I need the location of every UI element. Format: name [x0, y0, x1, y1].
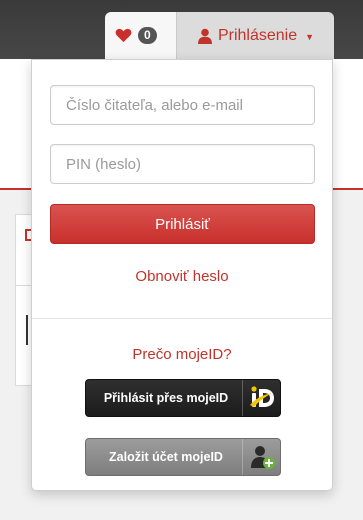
login-dropdown: Prihlásiť Obnoviť heslo Prečo mojeID? Př…: [31, 59, 333, 491]
favorites-button[interactable]: 0: [105, 12, 177, 59]
mojeid-login-button[interactable]: Přihlásit přes mojeID: [85, 379, 281, 417]
reset-password-link[interactable]: Obnoviť heslo: [32, 268, 332, 285]
add-user-icon: [242, 439, 280, 475]
user-icon: [197, 28, 212, 44]
username-input[interactable]: [50, 85, 315, 125]
mojeid-register-label: Založit účet mojeID: [109, 450, 223, 464]
login-submit-button[interactable]: Prihlásiť: [50, 204, 315, 244]
mojeid-login-label: Přihlásit přes mojeID: [103, 391, 229, 405]
favorites-count-badge: 0: [138, 27, 157, 44]
mojeid-logo-icon: [242, 380, 280, 416]
mojeid-register-button[interactable]: Založit účet mojeID: [85, 438, 281, 476]
heart-icon: [115, 28, 132, 43]
login-dropdown-toggle[interactable]: Prihlásenie ▼: [177, 12, 334, 59]
why-mojeid-link[interactable]: Prečo mojeID?: [32, 346, 332, 363]
pin-input[interactable]: [50, 144, 315, 184]
dropdown-divider: [32, 318, 332, 319]
login-toggle-label: Prihlásenie: [217, 26, 298, 44]
caret-down-icon: ▼: [305, 31, 315, 42]
